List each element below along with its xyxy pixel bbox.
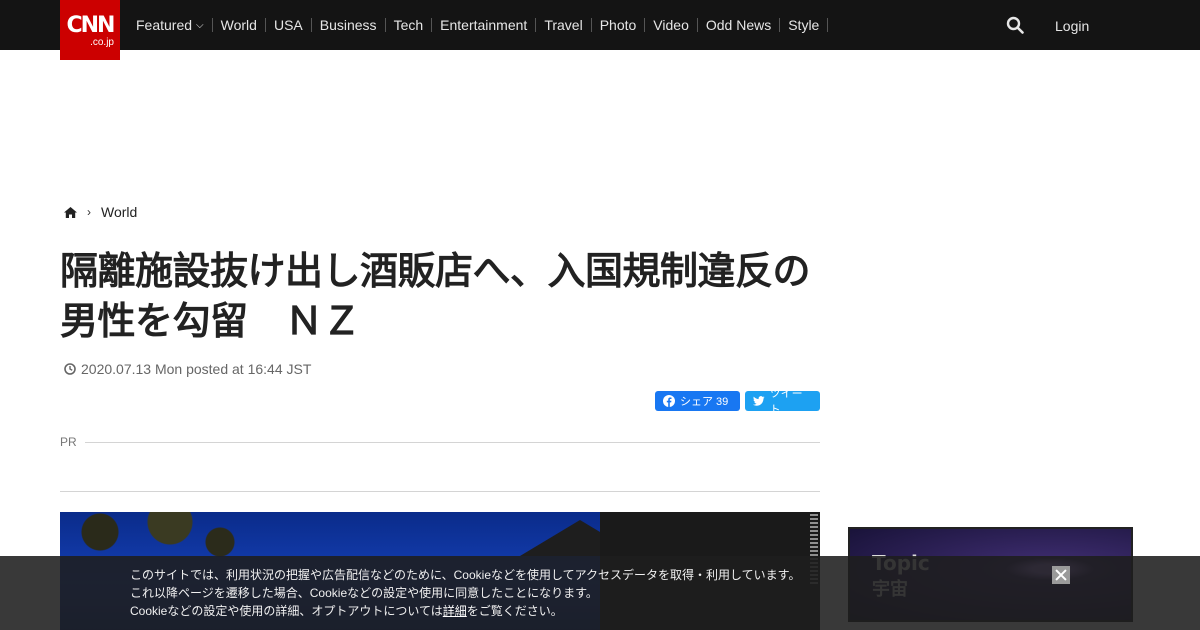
chevron-right-icon: › (87, 205, 91, 219)
divider-line (84, 441, 820, 443)
twitter-icon (753, 396, 765, 406)
cookie-details-link[interactable]: 詳細 (443, 604, 467, 618)
divider-line (60, 491, 820, 492)
home-icon[interactable] (64, 206, 77, 218)
pr-label: PR (60, 435, 77, 449)
chevron-down-icon: ⌵ (196, 19, 204, 31)
cookie-consent-banner: このサイトでは、利用状況の把握や広告配信などのために、Cookieなどを使用して… (0, 556, 1200, 630)
cookie-text: このサイトでは、利用状況の把握や広告配信などのために、Cookieなどを使用して… (130, 566, 830, 620)
top-navbar: Featured ⌵ World USA Business Tech Entert… (0, 0, 1200, 50)
nav-item-business[interactable]: Business (312, 18, 386, 32)
breadcrumb-section[interactable]: World (101, 204, 137, 220)
cookie-line-3: Cookieなどの設定や使用の詳細、オプトアウトについては詳細をご覧ください。 (130, 604, 563, 618)
twitter-share-button[interactable]: ツイート (745, 388, 820, 416)
nav-item-odd-news[interactable]: Odd News (698, 18, 781, 32)
close-icon[interactable] (1052, 566, 1070, 584)
logo-text: CNN (66, 13, 116, 38)
nav-item-featured[interactable]: Featured ⌵ (128, 18, 213, 32)
logo-subtext: .co.jp (90, 37, 114, 48)
date-text: 2020.07.13 Mon posted at 16:44 JST (81, 361, 312, 377)
clock-icon (64, 363, 76, 375)
nav-item-entertainment[interactable]: Entertainment (432, 18, 537, 32)
facebook-share-label: シェア 39 (680, 396, 729, 408)
nav-item-usa[interactable]: USA (266, 18, 312, 32)
nav-item-photo[interactable]: Photo (592, 18, 646, 32)
breadcrumb: › World (64, 204, 137, 220)
nav-item-world[interactable]: World (213, 18, 266, 32)
nav-item-style[interactable]: Style (780, 18, 829, 32)
twitter-share-label: ツイート (769, 388, 803, 416)
cookie-line-1: このサイトでは、利用状況の把握や広告配信などのために、Cookieなどを使用して… (130, 568, 801, 582)
facebook-icon (663, 395, 675, 407)
nav-item-travel[interactable]: Travel (536, 18, 592, 32)
facebook-share-button[interactable]: シェア 39 (655, 391, 740, 411)
cnn-logo[interactable]: CNN .co.jp (60, 0, 120, 60)
pr-divider: PR (60, 434, 820, 450)
search-icon[interactable] (1006, 16, 1024, 34)
login-link[interactable]: Login (1055, 18, 1089, 34)
nav-item-tech[interactable]: Tech (386, 18, 433, 32)
article-title: 隔離施設抜け出し酒販店へ、入国規制違反の男性を勾留 ＮＺ (60, 249, 811, 343)
main-nav: Featured ⌵ World USA Business Tech Entert… (128, 0, 829, 50)
cookie-line-2: これ以降ページを遷移した場合、Cookieなどの設定や使用に同意したことになりま… (130, 586, 598, 600)
article-date: 2020.07.13 Mon posted at 16:44 JST (64, 361, 311, 377)
nav-item-video[interactable]: Video (645, 18, 698, 32)
